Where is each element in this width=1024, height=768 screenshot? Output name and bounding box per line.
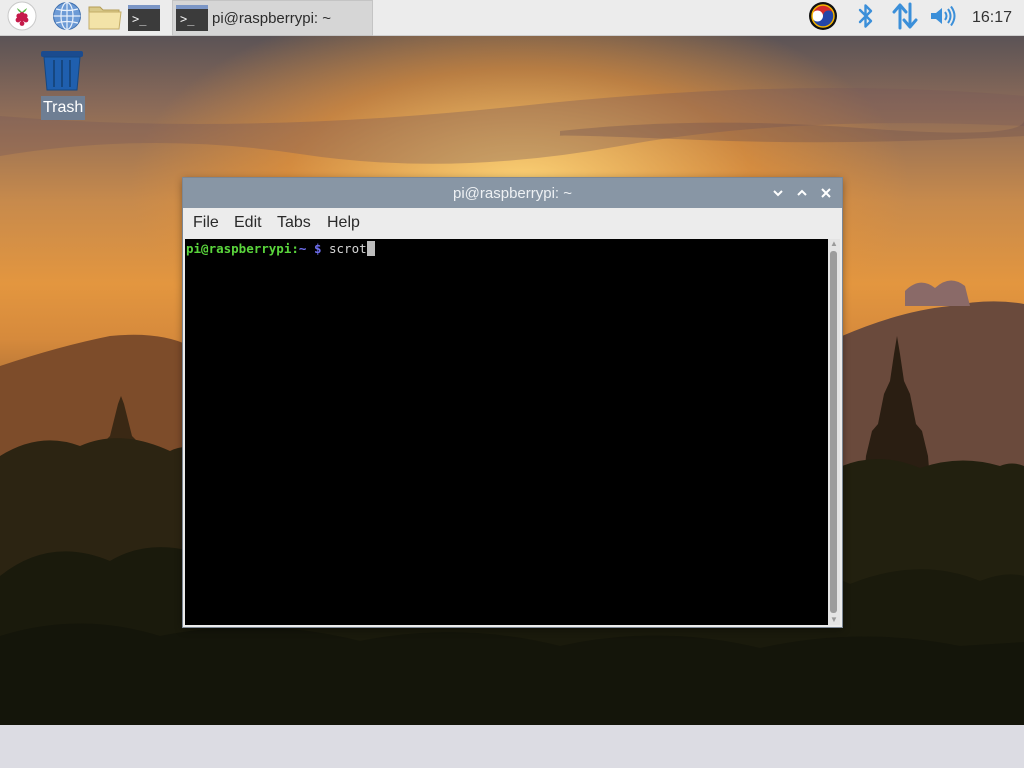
top-panel: >_ >_ pi@raspberrypi: ~ 16:17	[0, 0, 1024, 36]
scroll-up-arrow-icon[interactable]: ▲	[829, 239, 839, 249]
chevron-down-icon	[771, 187, 785, 204]
network-tray-button[interactable]	[890, 0, 920, 36]
terminal-output-area[interactable]: pi@raspberrypi:~ $ scrot	[185, 239, 828, 625]
terminal-icon: >_	[128, 5, 160, 31]
window-title: pi@raspberrypi: ~	[452, 185, 573, 202]
typed-command: scrot	[321, 241, 367, 256]
terminal-prompt-line: pi@raspberrypi:~ $ scrot	[186, 240, 375, 257]
taskbar-window-label: pi@raspberrypi: ~	[212, 9, 332, 27]
raspberry-menu-icon	[7, 1, 37, 36]
panel-clock[interactable]: 16:17	[972, 0, 1012, 36]
prompt-user-host: pi@raspberrypi	[186, 241, 292, 256]
menu-file[interactable]: File	[193, 208, 219, 238]
menu-edit[interactable]: Edit	[234, 208, 262, 238]
menu-tabs[interactable]: Tabs	[277, 208, 311, 238]
prompt-separator: :	[291, 241, 299, 256]
web-browser-globe-icon	[52, 1, 82, 36]
taskbar-terminal-window[interactable]: >_ pi@raspberrypi: ~	[172, 0, 373, 36]
file-manager-launcher[interactable]	[88, 1, 122, 36]
close-icon	[819, 187, 833, 204]
text-cursor	[366, 241, 375, 256]
prompt-path: ~ $	[298, 241, 322, 256]
terminal-launcher[interactable]: >_	[128, 2, 160, 34]
input-method-taeguk-icon	[808, 1, 838, 36]
menu-bar: File Edit Tabs Help	[183, 208, 842, 238]
menu-help[interactable]: Help	[327, 208, 360, 238]
network-updown-arrows-icon	[892, 2, 918, 35]
bluetooth-tray-button[interactable]	[852, 0, 880, 36]
input-method-indicator[interactable]	[806, 0, 840, 36]
web-browser-launcher[interactable]	[51, 1, 83, 36]
terminal-icon: >_	[176, 5, 208, 31]
scroll-down-arrow-icon[interactable]: ▼	[829, 615, 839, 625]
scrollbar-thumb[interactable]	[830, 251, 837, 613]
chevron-up-icon	[795, 187, 809, 204]
terminal-window: pi@raspberrypi: ~ File Edit Tabs Help pi…	[183, 178, 842, 627]
raspberry-menu-button[interactable]	[6, 1, 38, 36]
volume-tray-button[interactable]	[928, 0, 958, 36]
desktop-icon-label[interactable]: Trash	[41, 96, 86, 120]
bluetooth-icon	[857, 3, 875, 34]
terminal-scrollbar[interactable]: ▲ ▼	[828, 239, 840, 625]
trash-icon	[40, 51, 84, 96]
window-titlebar[interactable]: pi@raspberrypi: ~	[183, 178, 842, 208]
maximize-button[interactable]	[795, 186, 809, 200]
minimize-button[interactable]	[771, 186, 785, 200]
file-manager-folder-icon	[88, 1, 122, 36]
close-button[interactable]	[819, 186, 833, 200]
volume-icon	[929, 5, 957, 32]
